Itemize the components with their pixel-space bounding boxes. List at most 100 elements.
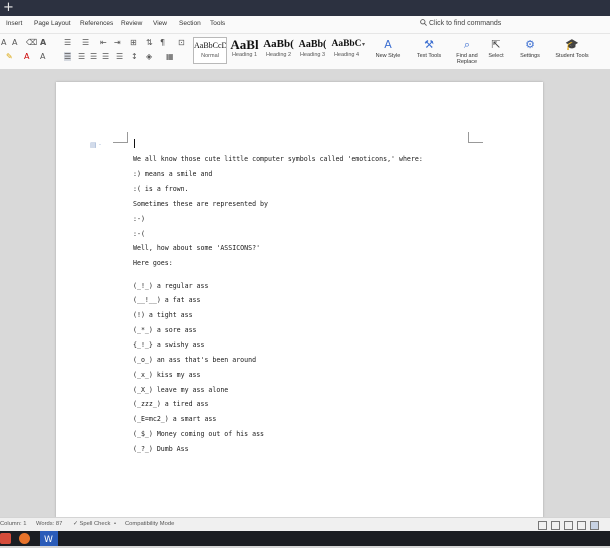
shading-icon[interactable]: ◈	[146, 52, 152, 61]
page-view-icon[interactable]	[590, 521, 599, 530]
new-style-icon: A	[384, 38, 392, 51]
style-heading-4-preview: AaBbC	[331, 39, 362, 49]
crop-mark-top-right	[468, 132, 483, 143]
doc-line: We all know those cute little computer s…	[133, 155, 423, 163]
command-search[interactable]: Click to find commands	[420, 19, 501, 27]
doc-line: Here goes:	[133, 259, 173, 267]
style-normal-preview: AaBbCcDd	[194, 41, 226, 50]
document-page[interactable]: ▤ · We all know those cute little comput…	[56, 82, 543, 518]
crop-mark-top-left	[113, 132, 128, 143]
settings-label: Settings	[520, 53, 540, 59]
menu-bar: Insert Page Layout References Review Vie…	[0, 16, 610, 34]
menu-page-layout[interactable]: Page Layout	[34, 20, 71, 27]
firefox-icon[interactable]	[19, 533, 30, 544]
spell-check-toggle[interactable]: ✓ Spell Check	[73, 521, 110, 527]
student-tools-button[interactable]: 🎓 Student Tools	[552, 36, 592, 59]
highlight-icon[interactable]: ✎	[6, 52, 13, 61]
doc-line: (_zzz_) a tired ass	[133, 400, 209, 408]
status-column: Column: 1	[0, 521, 27, 527]
doc-line: (_X_) leave my ass alone	[133, 386, 229, 394]
align-left-icon[interactable]: ☰	[64, 52, 72, 61]
style-normal[interactable]: AaBbCcDd Normal	[193, 37, 227, 64]
taskbar: W	[0, 531, 610, 546]
command-search-label: Click to find commands	[428, 20, 502, 27]
find-replace-label-2: Replace	[456, 59, 478, 65]
new-tab-plus-icon[interactable]: +	[3, 0, 14, 15]
style-heading-2-preview: AaBb(	[263, 38, 294, 50]
justify-icon[interactable]: ☰	[102, 52, 109, 61]
style-heading-1-preview: AaBl	[230, 37, 259, 52]
title-bar: +	[0, 0, 610, 16]
decrease-indent-icon[interactable]: ⇤	[100, 38, 107, 47]
doc-line: {_!_} a swishy ass	[133, 341, 205, 349]
doc-line: (_$_) Money coming out of his ass	[133, 430, 265, 438]
menu-section[interactable]: Section	[179, 20, 201, 27]
font-size-down-icon[interactable]: A	[12, 38, 17, 47]
ribbon: A A ⌫ A ✎ A A ☰ ☰ ⇤ ⇥ ⊞ ⇅ ¶ ⊡ ☰ ☰ ☰ ☰ ☰ …	[0, 34, 610, 70]
char-shading-icon[interactable]: A	[40, 52, 45, 61]
increase-indent-icon[interactable]: ⇥	[114, 38, 121, 47]
status-word-count[interactable]: Words: 87	[36, 521, 62, 527]
doc-line: Sometimes these are represented by	[133, 200, 268, 208]
wps-writer-icon[interactable]: W	[40, 531, 58, 546]
align-center-icon[interactable]: ☰	[78, 52, 85, 61]
menu-view[interactable]: View	[153, 20, 167, 27]
style-heading-2[interactable]: AaBb( Heading 2	[262, 37, 295, 62]
doc-line: (_o_) an ass that's been around	[133, 356, 257, 364]
distribute-icon[interactable]: ☰	[116, 52, 123, 61]
table-icon[interactable]: ⊡	[178, 38, 185, 47]
doc-line: :) means a smile and	[133, 170, 213, 178]
status-bar: Column: 1 Words: 87 ✓ Spell Check • Comp…	[0, 517, 610, 532]
style-heading-3[interactable]: AaBb( Heading 3	[296, 37, 329, 62]
menu-insert[interactable]: Insert	[6, 20, 22, 27]
doc-line: (__!__) a fat ass	[133, 296, 201, 304]
doc-line: (_*_) a sore ass	[133, 326, 197, 334]
style-heading-3-label: Heading 3	[299, 52, 326, 58]
doc-line: :( is a frown.	[133, 185, 189, 193]
student-tools-label: Student Tools	[555, 53, 589, 59]
select-button[interactable]: ⇱ Select	[484, 36, 508, 59]
paragraph-layout-icon[interactable]: ▤ ·	[90, 141, 101, 149]
doc-line: :-)	[133, 215, 145, 223]
doc-line: Well, how about some 'ASSICONS?'	[133, 244, 261, 252]
find-replace-button[interactable]: ⌕ Find and Replace	[452, 36, 482, 65]
chinese-layout-icon[interactable]: ⊞	[130, 38, 137, 47]
phonetic-icon[interactable]: A	[40, 38, 46, 47]
find-replace-icon: ⌕	[463, 38, 471, 51]
read-view-icon[interactable]	[551, 521, 560, 530]
clear-format-icon[interactable]: ⌫	[26, 38, 37, 47]
sort-icon[interactable]: ⇅	[146, 38, 153, 47]
new-style-button[interactable]: A New Style	[370, 36, 406, 59]
student-tools-icon: 🎓	[565, 38, 579, 51]
doc-line: (_x_) kiss my ass	[133, 371, 201, 379]
menu-review[interactable]: Review	[121, 20, 142, 27]
font-size-up-icon[interactable]: A	[1, 38, 6, 47]
doc-line: (!) a tight ass	[133, 311, 193, 319]
style-heading-3-preview: AaBb(	[298, 39, 327, 50]
align-right-icon[interactable]: ☰	[90, 52, 97, 61]
doc-line: (_?_) Dumb Ass	[133, 445, 189, 453]
spell-check-label: Spell Check	[79, 521, 111, 527]
font-color-icon[interactable]: A	[24, 52, 29, 61]
numbering-icon[interactable]: ☰	[82, 38, 89, 47]
text-tools-button[interactable]: ⚒ Text Tools	[411, 36, 447, 59]
style-normal-label: Normal	[201, 53, 219, 59]
pdf-app-icon[interactable]	[0, 533, 11, 544]
style-heading-1-label: Heading 1	[231, 52, 258, 58]
style-heading-4[interactable]: AaBbC Heading 4	[330, 37, 363, 62]
full-screen-icon[interactable]	[564, 521, 573, 530]
styles-expand-icon[interactable]: ▾	[362, 40, 365, 49]
borders-icon[interactable]: ▦	[166, 52, 174, 61]
style-heading-1[interactable]: AaBl Heading 1	[228, 37, 261, 62]
line-spacing-icon[interactable]: ↕	[131, 52, 138, 61]
settings-button[interactable]: ⚙ Settings	[514, 36, 546, 59]
text-cursor	[134, 139, 135, 148]
menu-tools[interactable]: Tools	[210, 20, 225, 27]
new-style-label: New Style	[375, 53, 401, 59]
outline-view-icon[interactable]	[577, 521, 586, 530]
menu-references[interactable]: References	[80, 20, 113, 27]
show-marks-icon[interactable]: ¶	[160, 38, 165, 47]
view-mode-icon[interactable]	[538, 521, 547, 530]
bullets-icon[interactable]: ☰	[64, 38, 71, 47]
svg-text:W: W	[44, 535, 53, 545]
